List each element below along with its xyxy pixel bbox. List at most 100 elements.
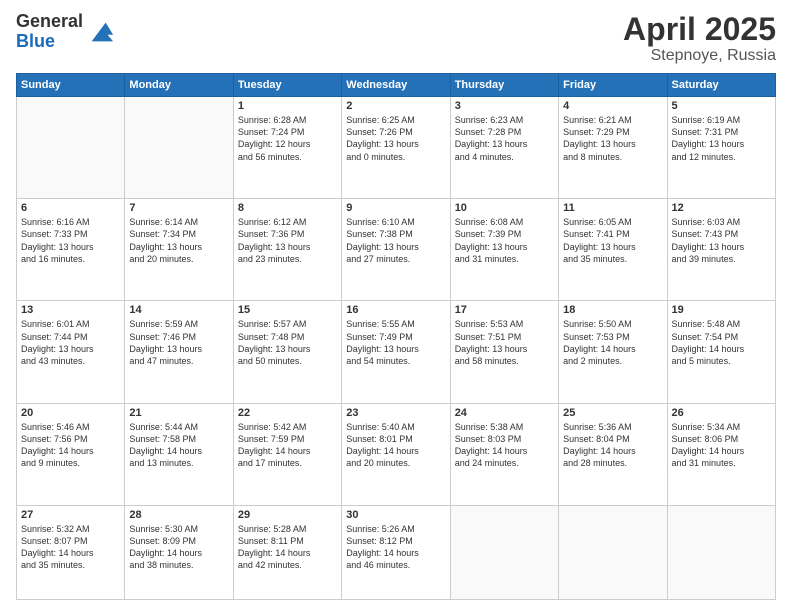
week-row-4: 20Sunrise: 5:46 AM Sunset: 7:56 PM Dayli… <box>17 403 776 505</box>
table-row <box>450 505 558 599</box>
header: General Blue April 2025 Stepnoye, Russia <box>16 12 776 65</box>
col-thursday: Thursday <box>450 74 558 97</box>
logo-blue: Blue <box>16 32 83 52</box>
day-number: 10 <box>455 202 554 214</box>
day-number: 22 <box>238 407 337 419</box>
table-row <box>17 97 125 199</box>
day-number: 30 <box>346 509 445 521</box>
day-number: 11 <box>563 202 662 214</box>
day-number: 14 <box>129 304 228 316</box>
day-info: Sunrise: 6:21 AM Sunset: 7:29 PM Dayligh… <box>563 114 662 163</box>
table-row <box>667 505 775 599</box>
table-row: 16Sunrise: 5:55 AM Sunset: 7:49 PM Dayli… <box>342 301 450 403</box>
day-info: Sunrise: 5:28 AM Sunset: 8:11 PM Dayligh… <box>238 523 337 572</box>
col-saturday: Saturday <box>667 74 775 97</box>
table-row: 14Sunrise: 5:59 AM Sunset: 7:46 PM Dayli… <box>125 301 233 403</box>
col-friday: Friday <box>559 74 667 97</box>
day-info: Sunrise: 5:53 AM Sunset: 7:51 PM Dayligh… <box>455 318 554 367</box>
table-row: 12 Sunrise: 6:03 AM Sunset: 7:43 PM Dayli… <box>667 199 775 301</box>
logo-general: General <box>16 12 83 32</box>
day-number: 5 <box>672 100 771 112</box>
table-row: 22 Sunrise: 5:42 AM Sunset: 7:59 PM Dayli… <box>233 403 341 505</box>
table-row: 7Sunrise: 6:14 AM Sunset: 7:34 PM Daylig… <box>125 199 233 301</box>
table-row: 21 Sunrise: 5:44 AM Sunset: 7:58 PM Dayli… <box>125 403 233 505</box>
day-number: 23 <box>346 407 445 419</box>
day-info: Sunrise: 5:26 AM Sunset: 8:12 PM Dayligh… <box>346 523 445 572</box>
day-number: 26 <box>672 407 771 419</box>
table-row: 9 Sunrise: 6:10 AM Sunset: 7:38 PM Daylig… <box>342 199 450 301</box>
table-row: 20Sunrise: 5:46 AM Sunset: 7:56 PM Dayli… <box>17 403 125 505</box>
table-row: 8 Sunrise: 6:12 AM Sunset: 7:36 PM Daylig… <box>233 199 341 301</box>
table-row: 27 Sunrise: 5:32 AM Sunset: 8:07 PM Dayli… <box>17 505 125 599</box>
day-info: Sunrise: 5:44 AM Sunset: 7:58 PM Dayligh… <box>129 421 228 470</box>
day-number: 12 <box>672 202 771 214</box>
day-info: Sunrise: 6:03 AM Sunset: 7:43 PM Dayligh… <box>672 216 771 265</box>
day-number: 16 <box>346 304 445 316</box>
day-number: 2 <box>346 100 445 112</box>
day-info: Sunrise: 5:38 AM Sunset: 8:03 PM Dayligh… <box>455 421 554 470</box>
logo-icon <box>87 18 115 46</box>
table-row: 11 Sunrise: 6:05 AM Sunset: 7:41 PM Dayli… <box>559 199 667 301</box>
week-row-2: 6Sunrise: 6:16 AM Sunset: 7:33 PM Daylig… <box>17 199 776 301</box>
day-number: 8 <box>238 202 337 214</box>
day-number: 17 <box>455 304 554 316</box>
day-number: 21 <box>129 407 228 419</box>
day-info: Sunrise: 5:32 AM Sunset: 8:07 PM Dayligh… <box>21 523 120 572</box>
day-number: 25 <box>563 407 662 419</box>
day-info: Sunrise: 6:10 AM Sunset: 7:38 PM Dayligh… <box>346 216 445 265</box>
table-row: 23 Sunrise: 5:40 AM Sunset: 8:01 PM Dayli… <box>342 403 450 505</box>
header-row: Sunday Monday Tuesday Wednesday Thursday… <box>17 74 776 97</box>
day-number: 27 <box>21 509 120 521</box>
day-info: Sunrise: 5:57 AM Sunset: 7:48 PM Dayligh… <box>238 318 337 367</box>
week-row-1: 1 Sunrise: 6:28 AM Sunset: 7:24 PM Daylig… <box>17 97 776 199</box>
table-row: 24 Sunrise: 5:38 AM Sunset: 8:03 PM Dayli… <box>450 403 558 505</box>
day-info: Sunrise: 6:14 AM Sunset: 7:34 PM Dayligh… <box>129 216 228 265</box>
table-row: 15 Sunrise: 5:57 AM Sunset: 7:48 PM Dayli… <box>233 301 341 403</box>
day-number: 4 <box>563 100 662 112</box>
day-number: 1 <box>238 100 337 112</box>
day-info: Sunrise: 6:08 AM Sunset: 7:39 PM Dayligh… <box>455 216 554 265</box>
table-row: 6Sunrise: 6:16 AM Sunset: 7:33 PM Daylig… <box>17 199 125 301</box>
table-row: 4 Sunrise: 6:21 AM Sunset: 7:29 PM Daylig… <box>559 97 667 199</box>
day-number: 28 <box>129 509 228 521</box>
day-info: Sunrise: 5:40 AM Sunset: 8:01 PM Dayligh… <box>346 421 445 470</box>
table-row <box>125 97 233 199</box>
day-number: 9 <box>346 202 445 214</box>
day-info: Sunrise: 5:36 AM Sunset: 8:04 PM Dayligh… <box>563 421 662 470</box>
day-info: Sunrise: 5:34 AM Sunset: 8:06 PM Dayligh… <box>672 421 771 470</box>
day-number: 18 <box>563 304 662 316</box>
day-number: 3 <box>455 100 554 112</box>
day-info: Sunrise: 6:28 AM Sunset: 7:24 PM Dayligh… <box>238 114 337 163</box>
day-number: 13 <box>21 304 120 316</box>
col-tuesday: Tuesday <box>233 74 341 97</box>
table-row: 10 Sunrise: 6:08 AM Sunset: 7:39 PM Dayli… <box>450 199 558 301</box>
day-info: Sunrise: 6:19 AM Sunset: 7:31 PM Dayligh… <box>672 114 771 163</box>
table-row: 18Sunrise: 5:50 AM Sunset: 7:53 PM Dayli… <box>559 301 667 403</box>
day-number: 15 <box>238 304 337 316</box>
table-row: 17 Sunrise: 5:53 AM Sunset: 7:51 PM Dayli… <box>450 301 558 403</box>
day-number: 29 <box>238 509 337 521</box>
calendar: Sunday Monday Tuesday Wednesday Thursday… <box>16 73 776 600</box>
day-info: Sunrise: 5:48 AM Sunset: 7:54 PM Dayligh… <box>672 318 771 367</box>
day-info: Sunrise: 6:05 AM Sunset: 7:41 PM Dayligh… <box>563 216 662 265</box>
table-row: 29 Sunrise: 5:28 AM Sunset: 8:11 PM Dayli… <box>233 505 341 599</box>
day-info: Sunrise: 6:01 AM Sunset: 7:44 PM Dayligh… <box>21 318 120 367</box>
page: General Blue April 2025 Stepnoye, Russia… <box>0 0 792 612</box>
table-row: 13 Sunrise: 6:01 AM Sunset: 7:44 PM Dayli… <box>17 301 125 403</box>
table-row: 19Sunrise: 5:48 AM Sunset: 7:54 PM Dayli… <box>667 301 775 403</box>
day-info: Sunrise: 6:16 AM Sunset: 7:33 PM Dayligh… <box>21 216 120 265</box>
table-row: 28Sunrise: 5:30 AM Sunset: 8:09 PM Dayli… <box>125 505 233 599</box>
day-info: Sunrise: 6:25 AM Sunset: 7:26 PM Dayligh… <box>346 114 445 163</box>
col-wednesday: Wednesday <box>342 74 450 97</box>
col-sunday: Sunday <box>17 74 125 97</box>
logo: General Blue <box>16 12 115 52</box>
day-number: 24 <box>455 407 554 419</box>
subtitle: Stepnoye, Russia <box>623 47 776 65</box>
table-row: 3 Sunrise: 6:23 AM Sunset: 7:28 PM Daylig… <box>450 97 558 199</box>
day-info: Sunrise: 5:42 AM Sunset: 7:59 PM Dayligh… <box>238 421 337 470</box>
day-info: Sunrise: 6:12 AM Sunset: 7:36 PM Dayligh… <box>238 216 337 265</box>
week-row-5: 27 Sunrise: 5:32 AM Sunset: 8:07 PM Dayli… <box>17 505 776 599</box>
table-row: 25 Sunrise: 5:36 AM Sunset: 8:04 PM Dayli… <box>559 403 667 505</box>
table-row: 30 Sunrise: 5:26 AM Sunset: 8:12 PM Dayli… <box>342 505 450 599</box>
day-info: Sunrise: 6:23 AM Sunset: 7:28 PM Dayligh… <box>455 114 554 163</box>
